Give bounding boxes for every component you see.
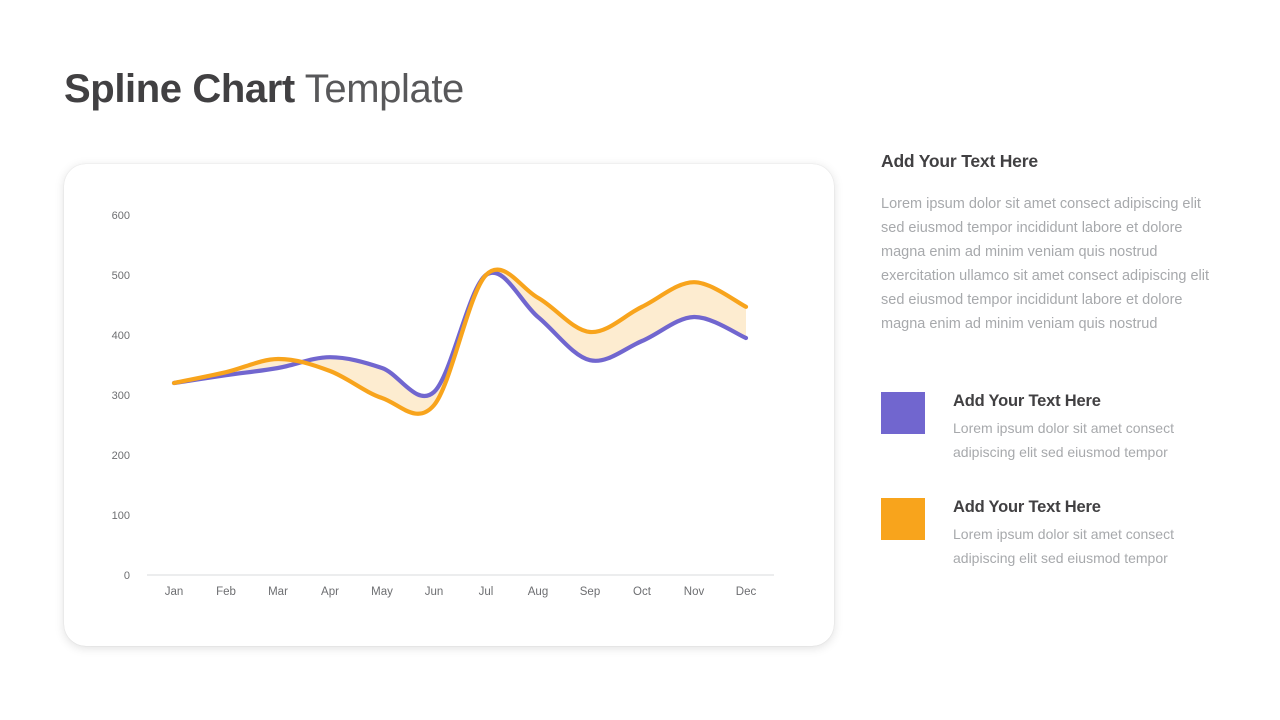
page-title-bold: Spline Chart xyxy=(64,67,295,111)
y-tick-label: 400 xyxy=(112,330,130,342)
page-title: Spline Chart Template xyxy=(64,62,464,116)
x-tick-label: Oct xyxy=(633,586,652,598)
legend-title-2: Add Your Text Here xyxy=(953,498,1101,516)
legend-text-1: Add Your Text Here Lorem ipsum dolor sit… xyxy=(953,390,1226,464)
legend-item-1[interactable]: Add Your Text Here Lorem ipsum dolor sit… xyxy=(881,390,1226,464)
y-tick-label: 300 xyxy=(112,390,130,402)
spline-chart[interactable]: 0 100 200 300 400 500 600 Jan Feb Mar Apr May Jun Ju… xyxy=(64,164,834,646)
orange-swatch xyxy=(881,498,925,540)
legend-desc-2: Lorem ipsum dolor sit amet consect adipi… xyxy=(953,526,1174,566)
x-tick-label: Aug xyxy=(528,586,548,598)
panel-heading: Add Your Text Here xyxy=(881,151,1038,171)
x-tick-label: Jun xyxy=(425,586,444,598)
legend-desc-1: Lorem ipsum dolor sit amet consect adipi… xyxy=(953,420,1174,460)
x-tick-label: Dec xyxy=(736,586,757,598)
x-tick-label: Feb xyxy=(216,586,236,598)
legend-title-1: Add Your Text Here xyxy=(953,392,1101,410)
y-tick-label: 0 xyxy=(124,570,130,582)
purple-swatch xyxy=(881,392,925,434)
x-tick-label: Nov xyxy=(684,586,705,598)
y-tick-label: 200 xyxy=(112,450,130,462)
y-tick-label: 500 xyxy=(112,270,130,282)
legend-list: Add Your Text Here Lorem ipsum dolor sit… xyxy=(881,390,1226,602)
y-tick-label: 600 xyxy=(112,210,130,222)
x-tick-label: Sep xyxy=(580,586,600,598)
x-axis-tick-labels: Jan Feb Mar Apr May Jun Jul Aug Sep Oct Nov Dec xyxy=(165,586,757,598)
x-tick-label: Jul xyxy=(479,586,494,598)
y-axis-tick-labels: 0 100 200 300 400 500 600 xyxy=(112,210,130,582)
right-panel: Add Your Text Here Lorem ipsum dolor sit… xyxy=(881,150,1226,336)
x-tick-label: May xyxy=(371,586,393,598)
x-tick-label: Mar xyxy=(268,586,288,598)
legend-text-2: Add Your Text Here Lorem ipsum dolor sit… xyxy=(953,496,1226,570)
page-title-light: Template xyxy=(294,67,465,111)
panel-body-text: Lorem ipsum dolor sit amet consect adipi… xyxy=(881,196,1210,332)
x-tick-label: Apr xyxy=(321,586,339,598)
legend-item-2[interactable]: Add Your Text Here Lorem ipsum dolor sit… xyxy=(881,496,1226,570)
series-orange-line xyxy=(171,267,749,416)
y-tick-label: 100 xyxy=(112,510,130,522)
chart-card: 0 100 200 300 400 500 600 Jan Feb Mar Apr May Jun Ju… xyxy=(64,164,834,646)
x-tick-label: Jan xyxy=(165,586,184,598)
